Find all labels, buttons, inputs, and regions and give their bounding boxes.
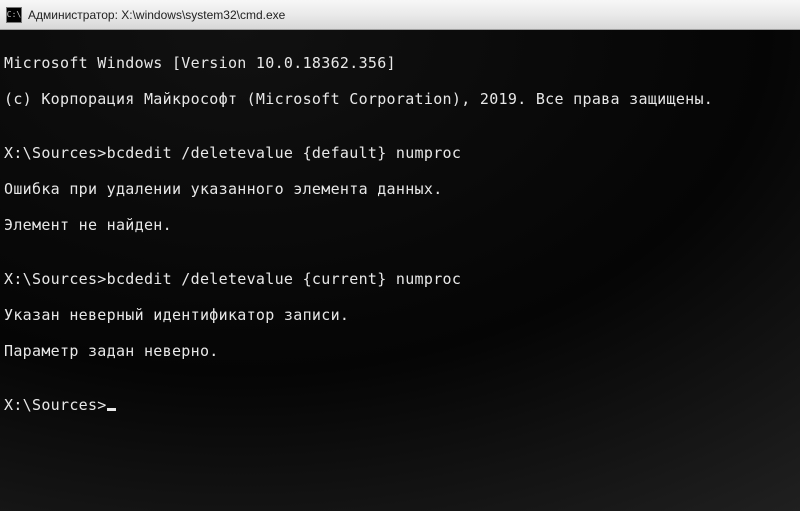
- error-line: Параметр задан неверно.: [4, 342, 796, 360]
- cmd-window: C:\ Администратор: X:\windows\system32\c…: [0, 0, 800, 511]
- prompt-current: X:\Sources>: [4, 396, 796, 414]
- prompt-text: X:\Sources>: [4, 396, 107, 414]
- error-line: Указан неверный идентификатор записи.: [4, 306, 796, 324]
- error-line: Элемент не найден.: [4, 216, 796, 234]
- cmd-icon: C:\: [6, 7, 22, 23]
- terminal-output[interactable]: Microsoft Windows [Version 10.0.18362.35…: [0, 30, 800, 511]
- version-line: Microsoft Windows [Version 10.0.18362.35…: [4, 54, 796, 72]
- cmd-line-2: X:\Sources>bcdedit /deletevalue {current…: [4, 270, 796, 288]
- window-title: Администратор: X:\windows\system32\cmd.e…: [28, 8, 285, 22]
- titlebar[interactable]: C:\ Администратор: X:\windows\system32\c…: [0, 0, 800, 30]
- cmd-line-1: X:\Sources>bcdedit /deletevalue {default…: [4, 144, 796, 162]
- cursor: [107, 408, 116, 411]
- copyright-line: (c) Корпорация Майкрософт (Microsoft Cor…: [4, 90, 796, 108]
- error-line: Ошибка при удалении указанного элемента …: [4, 180, 796, 198]
